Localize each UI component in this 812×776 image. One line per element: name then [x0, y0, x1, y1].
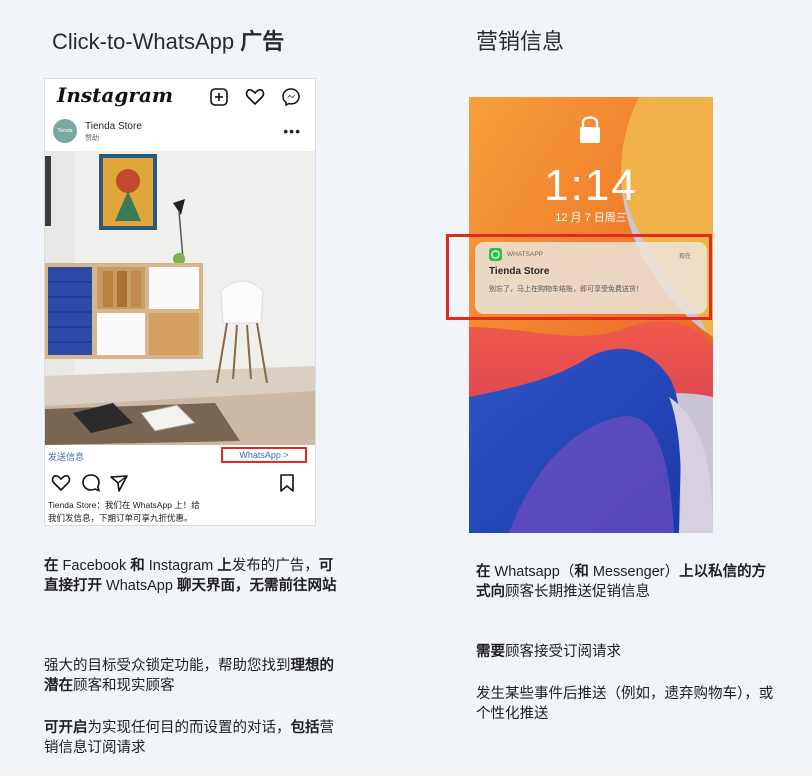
caption-line-2: 我们发信息，下期订单可享九折优惠。: [48, 513, 193, 523]
right-column-title: 营销信息: [476, 29, 565, 54]
text-bold: 和: [130, 558, 145, 574]
store-name[interactable]: Tienda Store: [85, 121, 142, 132]
text: Instagram: [144, 558, 218, 574]
post-actions: [45, 471, 315, 495]
bookmark-icon[interactable]: [277, 473, 297, 493]
text: 顾客接受订阅请求: [505, 644, 621, 660]
new-post-icon[interactable]: [209, 87, 229, 107]
text: Facebook: [58, 558, 131, 574]
whatsapp-cta-button[interactable]: WhatsApp >: [221, 447, 307, 463]
post-header: Tienda Store Tienda Store 赞助 •••: [45, 115, 315, 158]
messenger-icon[interactable]: [281, 87, 301, 107]
text: WhatsApp: [102, 578, 177, 594]
title-english: Click-to-WhatsApp: [52, 29, 235, 54]
instagram-top-bar: Instagram: [45, 79, 315, 115]
lockscreen-time: 1:14: [544, 161, 638, 210]
right-description-1: 在 Whatsapp（和 Messenger）上以私信的方式向顾客长期推送促销信…: [476, 562, 776, 602]
avatar[interactable]: Tienda Store: [53, 119, 77, 158]
text: Messenger）: [588, 564, 680, 580]
like-heart-icon[interactable]: [51, 473, 71, 493]
cta-bar: 发送信息 WhatsApp >: [45, 445, 315, 467]
text-bold: 聊天界面，无需前往网站: [176, 578, 337, 594]
comment-icon[interactable]: [81, 473, 101, 493]
notification-highlight-frame: [446, 234, 712, 320]
lockscreen-date: 12 月 7 日周三: [555, 212, 627, 224]
text-bold: 可开启: [44, 720, 88, 736]
heart-icon[interactable]: [245, 87, 265, 107]
text-bold: 包括: [290, 720, 320, 736]
share-icon[interactable]: [109, 473, 129, 493]
left-description-3: 可开启为实现任何目的而设置的对话，包括营销信息订阅请求: [44, 718, 344, 758]
text: 为实现任何目的而设置的对话，: [87, 720, 291, 736]
right-description-3: 发生某些事件后推送（例如，遗弃购物车），或个性化推送: [476, 686, 774, 722]
instagram-ad-mockup: Instagram Tienda Store Tienda Store 赞助 •…: [44, 78, 316, 526]
post-caption: Tienda Store：我们在 WhatsApp 上！给 我们发信息，下期订单…: [48, 499, 310, 525]
ad-photo: [45, 151, 315, 445]
text-bold: 和: [574, 564, 589, 580]
text-bold: 上: [217, 558, 232, 574]
send-message-link[interactable]: 发送信息: [48, 450, 84, 463]
left-description-1: 在 Facebook 和 Instagram 上发布的广告，可直接打开 What…: [44, 556, 344, 596]
text-bold: 在: [44, 558, 59, 574]
left-description-2: 强大的目标受众锁定功能，帮助您找到理想的潜在顾客和现实顾客: [44, 656, 344, 696]
caption-line-1: Tienda Store：我们在 WhatsApp 上！给: [48, 500, 200, 510]
text: 顾客和现实顾客: [73, 678, 175, 694]
left-column-title: Click-to-WhatsApp 广告: [52, 24, 284, 56]
title-chinese: 广告: [240, 29, 285, 54]
sponsored-label: 赞助: [85, 135, 99, 142]
text: 强大的目标受众锁定功能，帮助您找到: [44, 658, 291, 674]
text-bold: 需要: [476, 644, 505, 660]
right-description-2: 需要顾客接受订阅请求: [476, 642, 776, 662]
text: 顾客长期推送促销信息: [505, 584, 650, 600]
text-bold: 在: [476, 564, 491, 580]
more-options-icon[interactable]: •••: [283, 123, 301, 139]
text: 发布的广告，: [231, 558, 319, 574]
instagram-logo: Instagram: [57, 83, 173, 107]
text: Whatsapp（: [490, 564, 575, 580]
photo-chair: [220, 280, 264, 324]
photo-rug: [45, 403, 240, 445]
